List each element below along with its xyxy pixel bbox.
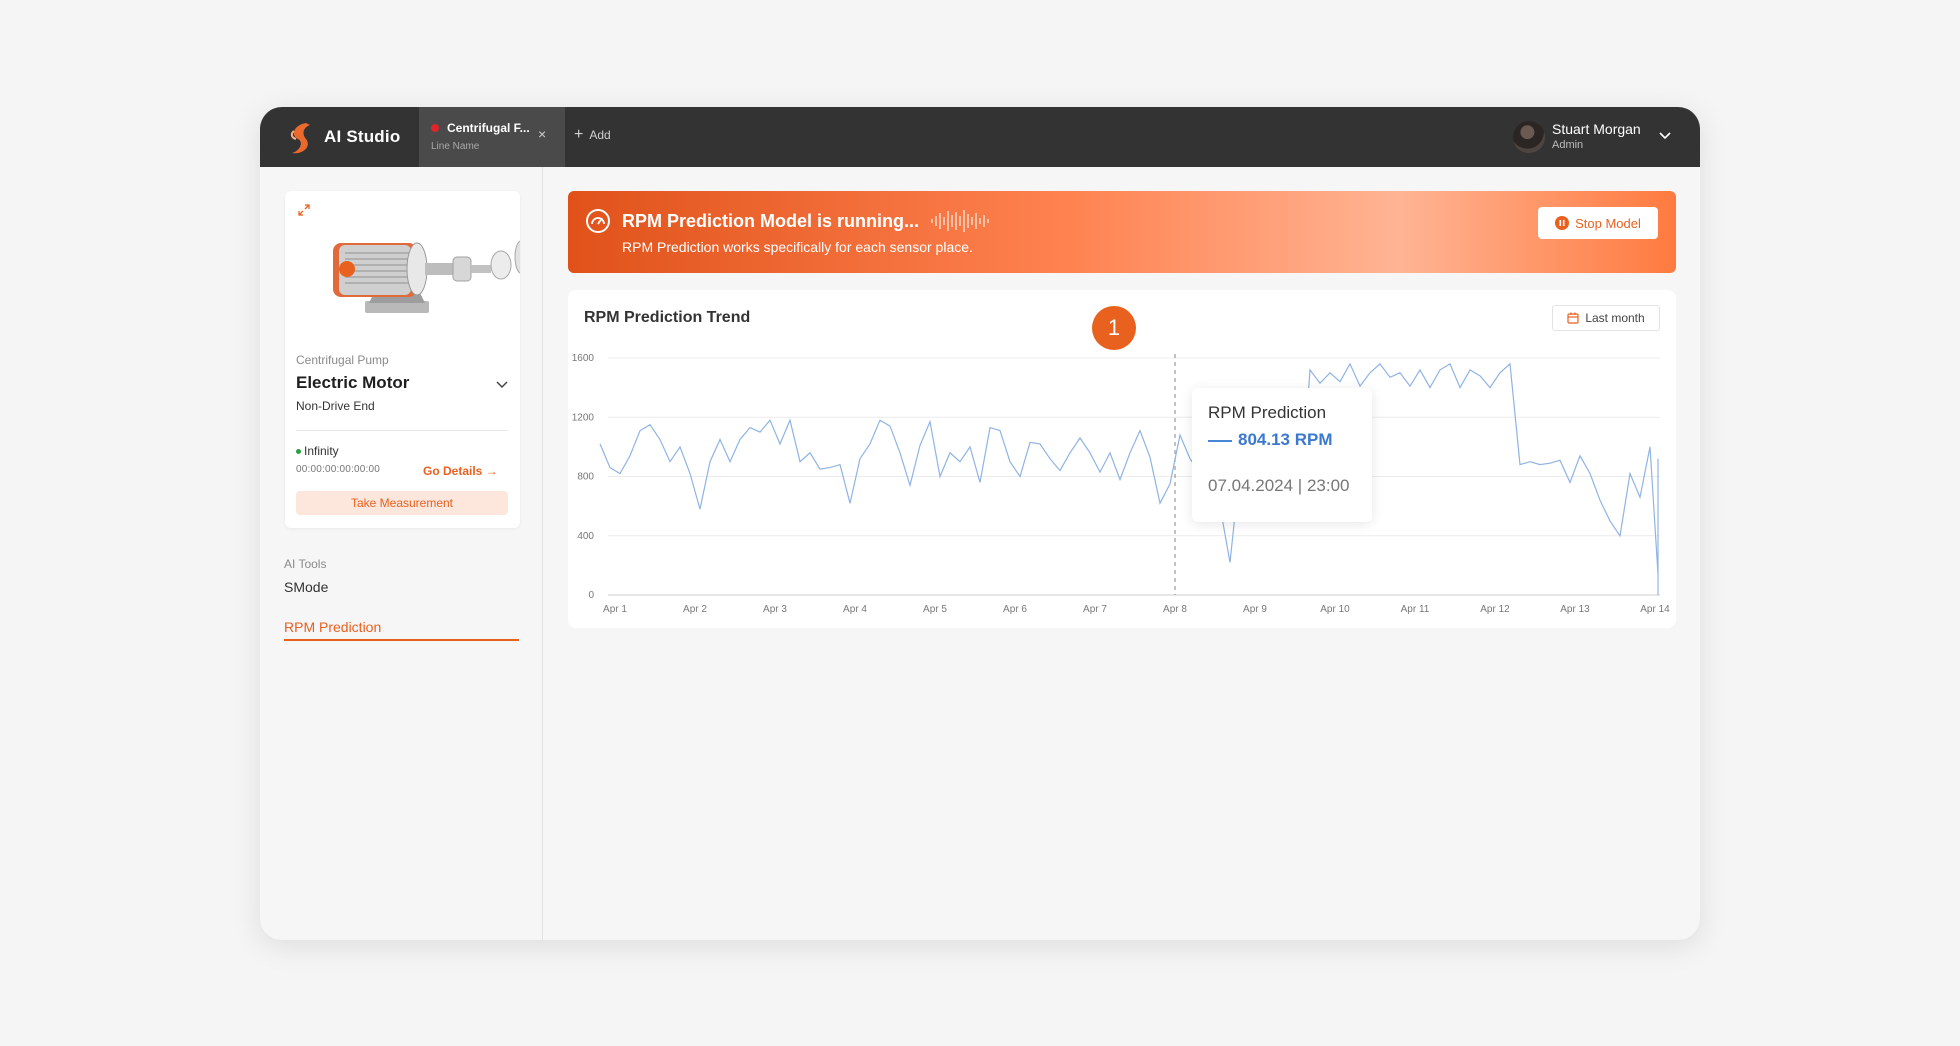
status-label: Infinity: [304, 444, 339, 458]
avatar[interactable]: [1513, 121, 1545, 153]
x-tick-label: Apr 12: [1480, 604, 1510, 615]
top-bar: AI Studio Centrifugal F... Line Name × +…: [260, 107, 1700, 167]
chevron-down-icon[interactable]: [495, 377, 509, 391]
go-details-link[interactable]: Go Details →: [423, 464, 498, 478]
status-dot-icon: [296, 449, 301, 454]
chart-tooltip: RPM Prediction 804.13 RPM 07.04.2024 | 2…: [1192, 388, 1372, 522]
tab-centrifugal[interactable]: Centrifugal F... Line Name ×: [419, 107, 565, 167]
sidebar: Centrifugal Pump Electric Motor Non-Driv…: [260, 167, 543, 940]
asset-card: Centrifugal Pump Electric Motor Non-Driv…: [285, 191, 520, 528]
chevron-down-icon[interactable]: [1658, 129, 1672, 143]
speedometer-icon: [586, 209, 610, 233]
y-tick-label: 800: [577, 472, 594, 483]
asset-type: Centrifugal Pump: [296, 353, 389, 367]
x-tick-label: Apr 8: [1163, 604, 1187, 615]
tab-status-icon: [431, 124, 439, 132]
x-tick-label: Apr 5: [923, 604, 947, 615]
divider: [296, 430, 508, 431]
x-tick-label: Apr 3: [763, 604, 787, 615]
model-running-banner: RPM Prediction Model is running... RPM P…: [568, 191, 1676, 273]
pause-icon: [1555, 216, 1570, 230]
user-name: Stuart Morgan: [1552, 121, 1641, 137]
arrow-right-icon: →: [485, 464, 498, 478]
sound-wave-icon: [931, 210, 989, 232]
add-tab-label: Add: [589, 128, 611, 142]
go-details-label: Go Details: [423, 464, 483, 478]
app-window: AI Studio Centrifugal F... Line Name × +…: [260, 107, 1700, 940]
tab-subtitle: Line Name: [431, 141, 480, 152]
tooltip-series-name: RPM Prediction: [1208, 403, 1327, 422]
y-tick-label: 1200: [572, 412, 595, 423]
x-tick-label: Apr 4: [843, 604, 867, 615]
x-tick-label: Apr 9: [1243, 604, 1267, 615]
y-tick-label: 0: [588, 590, 594, 601]
x-tick-label: Apr 14: [1640, 604, 1670, 615]
x-tick-label: Apr 13: [1560, 604, 1590, 615]
x-tick-label: Apr 7: [1083, 604, 1107, 615]
app-title: AI Studio: [324, 127, 401, 146]
tab-title: Centrifugal F...: [447, 121, 530, 135]
y-tick-label: 400: [577, 531, 594, 542]
plus-icon: +: [574, 126, 584, 143]
x-tick-label: Apr 10: [1320, 604, 1350, 615]
user-role: Admin: [1552, 139, 1584, 151]
add-tab-button[interactable]: + Add: [574, 126, 611, 143]
stop-model-label: Stop Model: [1575, 215, 1641, 231]
asset-name: Electric Motor: [296, 373, 410, 392]
tab-close-icon[interactable]: ×: [538, 127, 546, 141]
x-tick-label: Apr 1: [603, 604, 627, 615]
y-tick-label: 1600: [572, 353, 595, 364]
motor-image: [333, 240, 520, 313]
series-line-icon: [1208, 440, 1232, 442]
sidebar-item-rpm-prediction[interactable]: RPM Prediction: [284, 619, 519, 641]
x-tick-label: Apr 2: [683, 604, 707, 615]
timecode: 00:00:00:00:00:00: [296, 464, 381, 475]
tooltip-datetime: 07.04.2024 | 23:00: [1208, 476, 1350, 495]
banner-title: RPM Prediction Model is running...: [622, 211, 920, 231]
stop-model-button[interactable]: Stop Model: [1538, 207, 1658, 239]
tooltip-value: 804.13 RPM: [1238, 430, 1333, 449]
banner-subtitle: RPM Prediction works specifically for ea…: [622, 239, 973, 255]
expand-icon[interactable]: [297, 203, 311, 217]
series-line-rpm-prediction: [599, 362, 1659, 595]
step-badge: 1: [1092, 306, 1136, 350]
asset-location: Non-Drive End: [296, 399, 375, 413]
ai-tools-heading: AI Tools: [284, 557, 327, 571]
take-measurement-button[interactable]: Take Measurement: [296, 491, 508, 515]
sidebar-item-smode[interactable]: SMode: [284, 579, 328, 595]
ai-studio-logo-icon: [290, 123, 310, 154]
x-tick-label: Apr 6: [1003, 604, 1027, 615]
x-tick-label: Apr 11: [1401, 604, 1430, 615]
